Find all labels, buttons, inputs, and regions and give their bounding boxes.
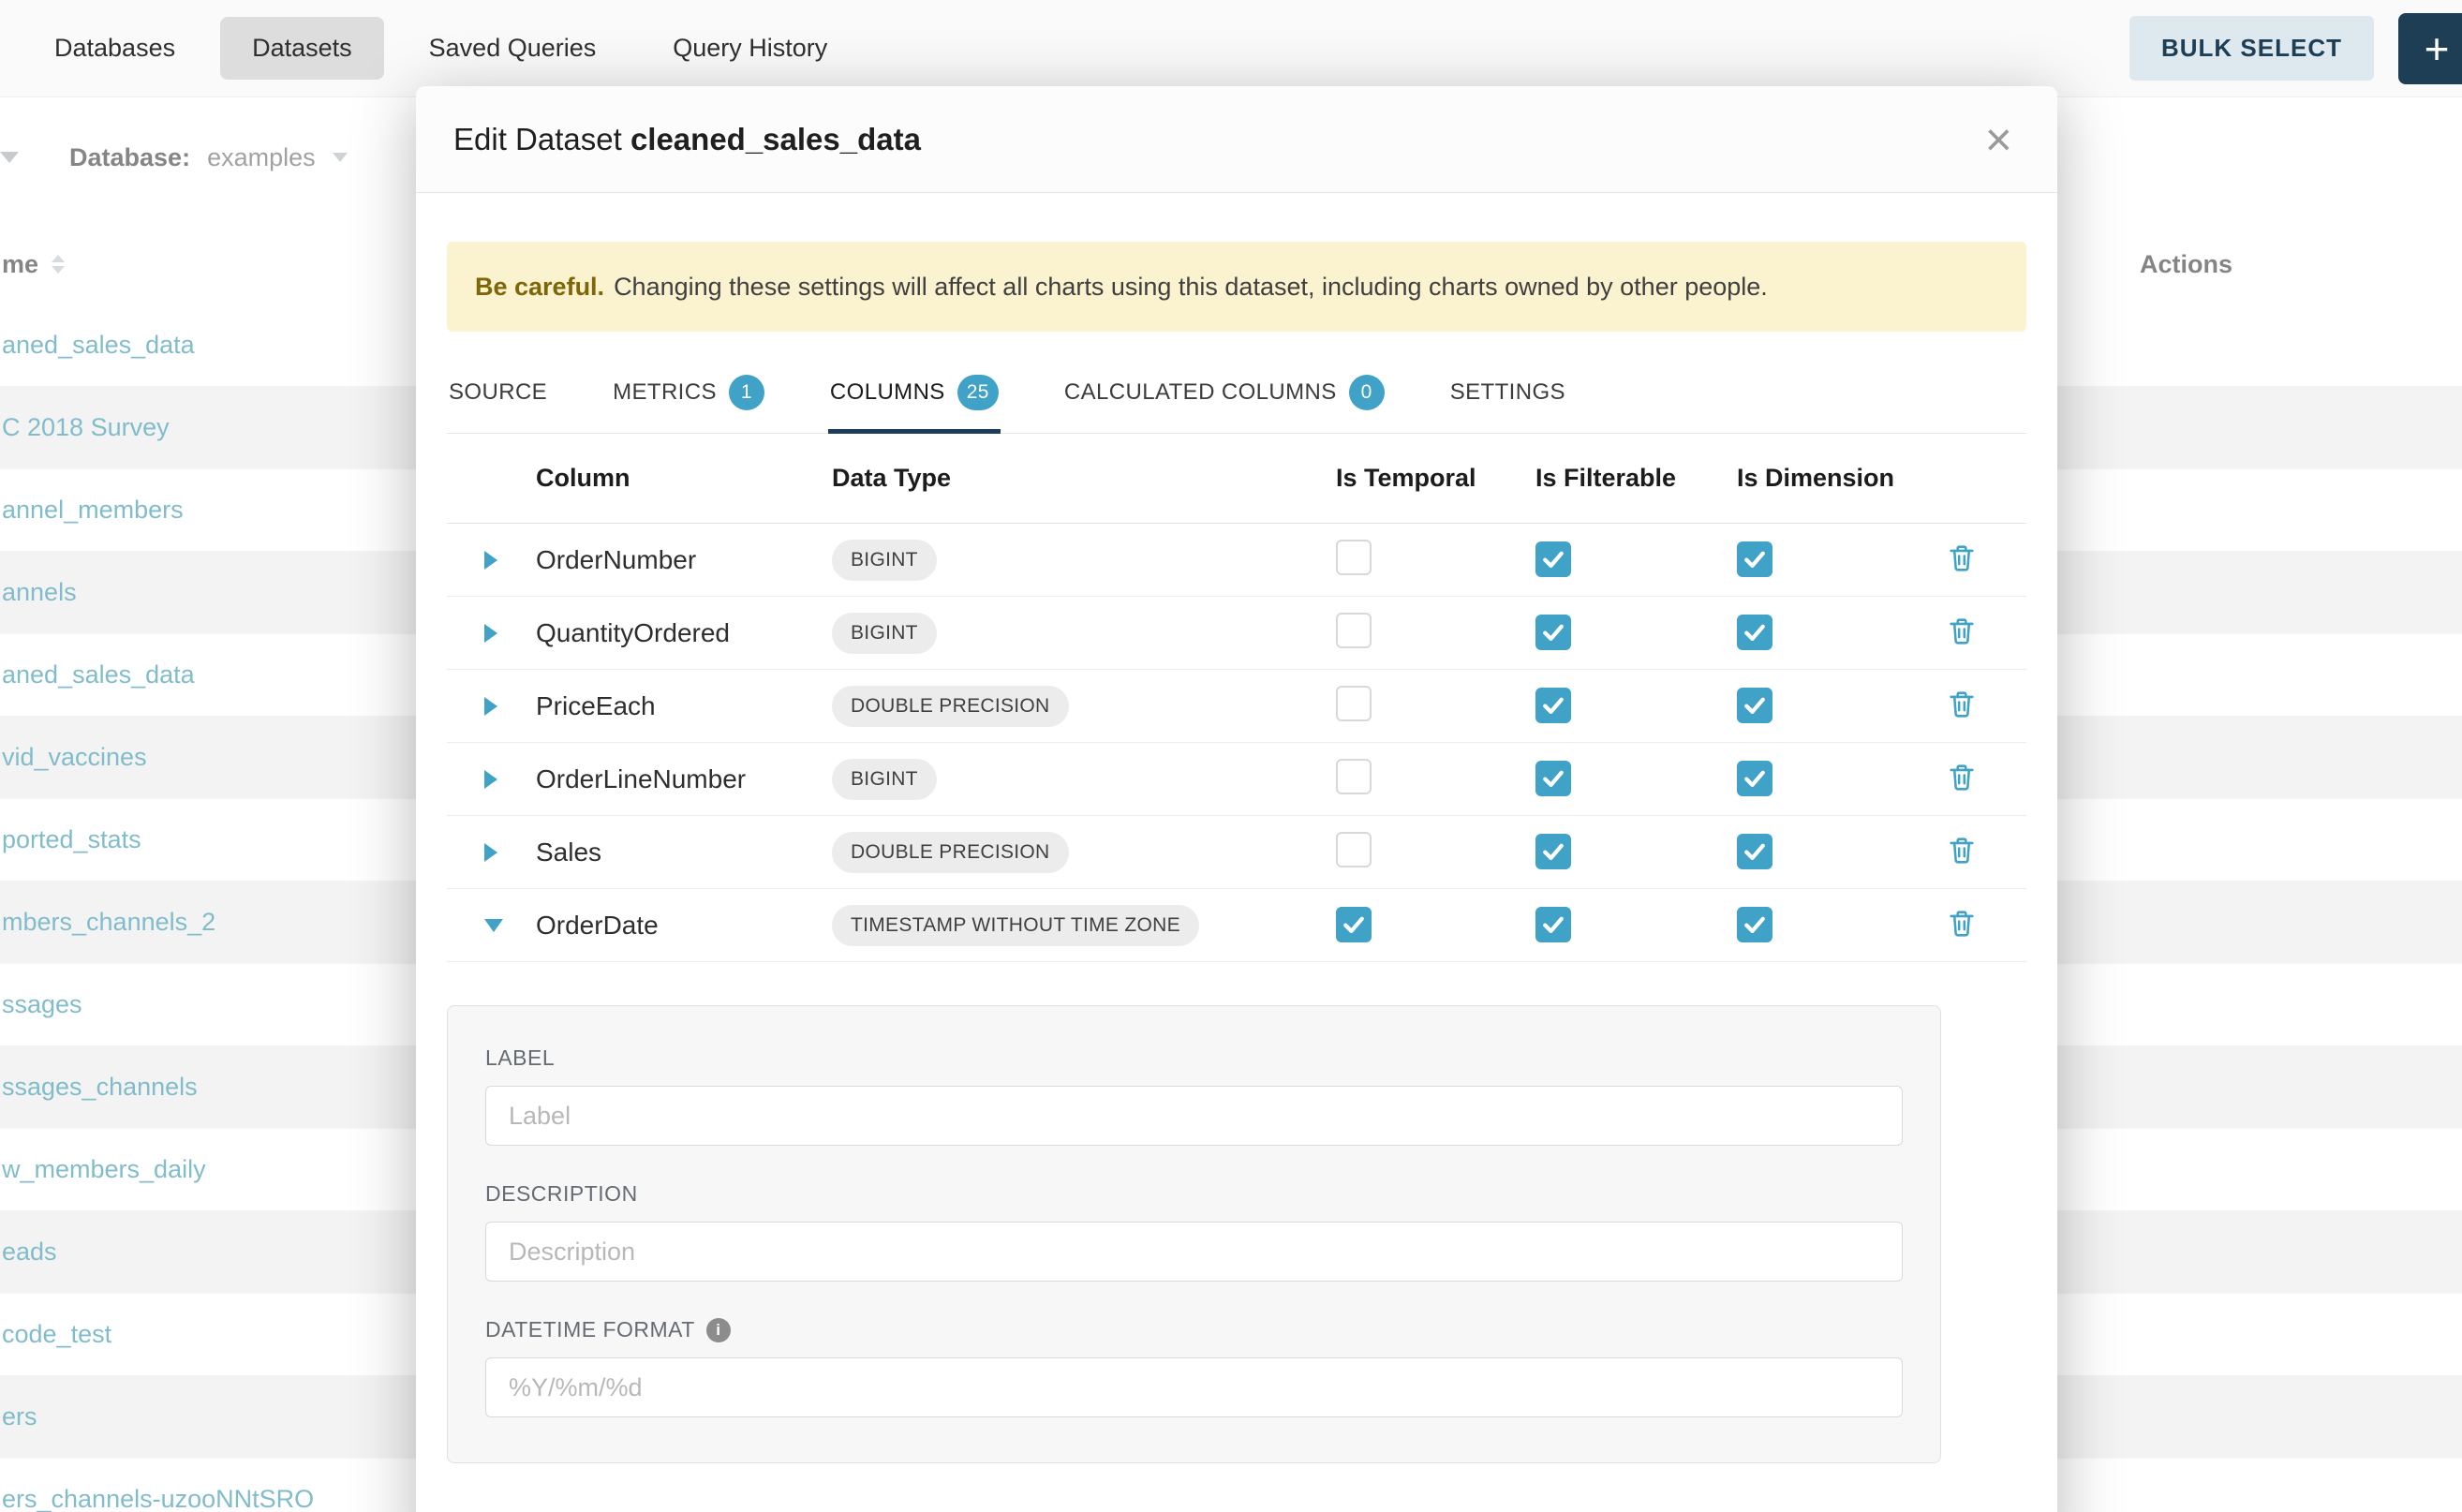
col-header-data-type: Data Type bbox=[832, 464, 1336, 493]
expand-caret-icon[interactable] bbox=[484, 770, 497, 789]
nav-tab-databases[interactable]: Databases bbox=[22, 17, 207, 80]
tab-label: COLUMNS bbox=[830, 379, 945, 406]
modal-title: Edit Dataset cleaned_sales_data bbox=[453, 122, 921, 157]
is-filterable-checkbox[interactable] bbox=[1535, 834, 1571, 869]
col-header-column: Column bbox=[536, 464, 832, 493]
tab-label: SETTINGS bbox=[1450, 379, 1565, 406]
modal-tabs: SOURCE METRICS 1 COLUMNS 25 CALCULATED C… bbox=[447, 360, 2026, 434]
is-dimension-checkbox[interactable] bbox=[1737, 907, 1772, 942]
tab-label: CALCULATED COLUMNS bbox=[1064, 379, 1337, 406]
warning-banner-text: Changing these settings will affect all … bbox=[614, 273, 1768, 302]
expand-caret-icon[interactable] bbox=[484, 551, 497, 570]
is-temporal-checkbox[interactable] bbox=[1336, 686, 1372, 721]
expand-caret-icon[interactable] bbox=[484, 843, 497, 862]
column-detail-panel: LABEL DESCRIPTION DATETIME FORMAT i bbox=[447, 1005, 1941, 1463]
column-name: PriceEach bbox=[536, 691, 832, 721]
column-row-priceeach: PriceEach DOUBLE PRECISION bbox=[447, 670, 2026, 743]
datetime-format-input[interactable] bbox=[485, 1357, 1903, 1417]
col-header-is-filterable: Is Filterable bbox=[1535, 464, 1737, 493]
is-filterable-checkbox[interactable] bbox=[1535, 541, 1571, 577]
modal-title-dataset-name: cleaned_sales_data bbox=[630, 122, 921, 156]
column-row-orderdate: OrderDate TIMESTAMP WITHOUT TIME ZONE bbox=[447, 889, 2026, 962]
datetime-format-field-label: DATETIME FORMAT bbox=[485, 1317, 695, 1342]
top-navbar: DatabasesDatasetsSaved QueriesQuery Hist… bbox=[0, 0, 2462, 97]
columns-table: ColumnData TypeIs TemporalIs FilterableI… bbox=[447, 434, 2026, 962]
column-name: OrderDate bbox=[536, 911, 832, 941]
delete-column-icon[interactable] bbox=[1946, 688, 1978, 719]
data-type-pill: DOUBLE PRECISION bbox=[832, 686, 1069, 727]
tab-count-badge: 1 bbox=[729, 375, 764, 410]
warning-banner-bold: Be careful. bbox=[475, 273, 604, 302]
column-row-orderlinenumber: OrderLineNumber BIGINT bbox=[447, 743, 2026, 816]
is-dimension-checkbox[interactable] bbox=[1737, 834, 1772, 869]
column-name: Sales bbox=[536, 838, 832, 867]
is-filterable-checkbox[interactable] bbox=[1535, 907, 1571, 942]
expand-caret-icon[interactable] bbox=[484, 624, 497, 643]
is-temporal-checkbox[interactable] bbox=[1336, 613, 1372, 648]
column-row-quantityordered: QuantityOrdered BIGINT bbox=[447, 597, 2026, 670]
collapse-caret-icon[interactable] bbox=[484, 919, 503, 932]
nav-tab-datasets[interactable]: Datasets bbox=[220, 17, 384, 80]
is-temporal-checkbox[interactable] bbox=[1336, 759, 1372, 794]
tab-metrics[interactable]: METRICS 1 bbox=[611, 360, 766, 433]
label-input[interactable] bbox=[485, 1086, 1903, 1146]
column-row-sales: Sales DOUBLE PRECISION bbox=[447, 816, 2026, 889]
is-filterable-checkbox[interactable] bbox=[1535, 615, 1571, 650]
delete-column-icon[interactable] bbox=[1946, 834, 1978, 866]
delete-column-icon[interactable] bbox=[1946, 907, 1978, 939]
nav-tab-query-history[interactable]: Query History bbox=[641, 17, 859, 80]
delete-column-icon[interactable] bbox=[1946, 541, 1978, 573]
tab-source[interactable]: SOURCE bbox=[447, 360, 549, 433]
tab-settings[interactable]: SETTINGS bbox=[1448, 360, 1567, 433]
nav-tab-saved-queries[interactable]: Saved Queries bbox=[397, 17, 629, 80]
is-dimension-checkbox[interactable] bbox=[1737, 541, 1772, 577]
description-field-label: DESCRIPTION bbox=[485, 1181, 1903, 1207]
is-filterable-checkbox[interactable] bbox=[1535, 761, 1571, 796]
column-name: OrderLineNumber bbox=[536, 764, 832, 794]
col-header-is-temporal: Is Temporal bbox=[1336, 464, 1535, 493]
delete-column-icon[interactable] bbox=[1946, 761, 1978, 793]
add-dataset-button[interactable]: + bbox=[2398, 13, 2462, 84]
is-filterable-checkbox[interactable] bbox=[1535, 688, 1571, 723]
expand-caret-icon[interactable] bbox=[484, 697, 497, 716]
description-input[interactable] bbox=[485, 1222, 1903, 1282]
col-header-is-dimension: Is Dimension bbox=[1737, 464, 1938, 493]
tab-columns[interactable]: COLUMNS 25 bbox=[828, 360, 1001, 433]
delete-column-icon[interactable] bbox=[1946, 615, 1978, 646]
columns-table-rows: OrderNumber BIGINT QuantityOrdered BIGIN… bbox=[447, 524, 2026, 962]
is-dimension-checkbox[interactable] bbox=[1737, 688, 1772, 723]
info-icon: i bbox=[706, 1318, 731, 1342]
data-type-pill: BIGINT bbox=[832, 540, 937, 581]
data-type-pill: BIGINT bbox=[832, 613, 937, 654]
is-dimension-checkbox[interactable] bbox=[1737, 761, 1772, 796]
data-type-pill: TIMESTAMP WITHOUT TIME ZONE bbox=[832, 905, 1199, 946]
is-dimension-checkbox[interactable] bbox=[1737, 615, 1772, 650]
close-icon[interactable]: × bbox=[1978, 112, 2020, 167]
is-temporal-checkbox[interactable] bbox=[1336, 907, 1372, 942]
columns-table-header: ColumnData TypeIs TemporalIs FilterableI… bbox=[447, 434, 2026, 524]
column-name: QuantityOrdered bbox=[536, 618, 832, 648]
is-temporal-checkbox[interactable] bbox=[1336, 832, 1372, 867]
is-temporal-checkbox[interactable] bbox=[1336, 540, 1372, 575]
data-type-pill: BIGINT bbox=[832, 759, 937, 800]
modal-header: Edit Dataset cleaned_sales_data × bbox=[416, 86, 2057, 193]
nav-tabs: DatabasesDatasetsSaved QueriesQuery Hist… bbox=[22, 17, 859, 80]
warning-banner: Be careful. Changing these settings will… bbox=[447, 242, 2026, 332]
tab-count-badge: 0 bbox=[1349, 375, 1385, 410]
tab-label: SOURCE bbox=[449, 379, 547, 406]
column-row-ordernumber: OrderNumber BIGINT bbox=[447, 524, 2026, 597]
tab-label: METRICS bbox=[613, 379, 717, 406]
tab-count-badge: 25 bbox=[957, 375, 999, 410]
bulk-select-button[interactable]: BULK SELECT bbox=[2129, 16, 2374, 81]
edit-dataset-modal: Edit Dataset cleaned_sales_data × Be car… bbox=[416, 86, 2057, 1512]
data-type-pill: DOUBLE PRECISION bbox=[832, 832, 1069, 873]
modal-title-prefix: Edit Dataset bbox=[453, 122, 622, 156]
label-field-label: LABEL bbox=[485, 1045, 1903, 1071]
column-name: OrderNumber bbox=[536, 545, 832, 575]
tab-calculated-columns[interactable]: CALCULATED COLUMNS 0 bbox=[1062, 360, 1387, 433]
